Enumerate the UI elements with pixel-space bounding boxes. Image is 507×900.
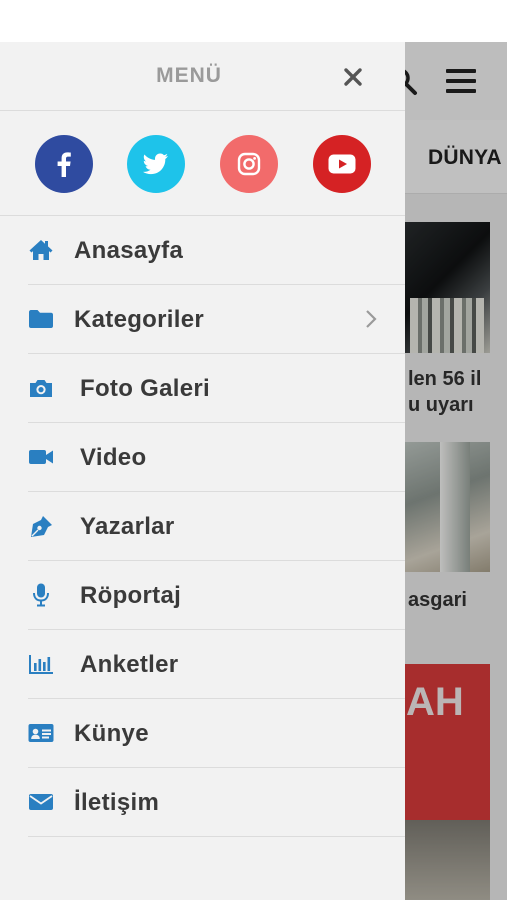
- facebook-button[interactable]: [35, 135, 93, 193]
- menu-item-label: Video: [80, 444, 147, 471]
- folder-icon: [29, 310, 53, 328]
- menu-item-label: Röportaj: [80, 582, 182, 609]
- id-card-icon: [28, 724, 54, 742]
- youtube-icon: [328, 154, 356, 174]
- instagram-icon: [237, 152, 261, 176]
- instagram-button[interactable]: [220, 135, 278, 193]
- envelope-icon: [29, 794, 53, 810]
- microphone-icon: [33, 583, 49, 607]
- menu-item-video[interactable]: Video: [0, 423, 405, 492]
- close-icon[interactable]: [340, 64, 366, 90]
- menu-item-foto-galeri[interactable]: Foto Galeri: [0, 354, 405, 423]
- pen-icon: [31, 516, 52, 537]
- side-menu-drawer: MENÜ Anasayfa Kategoriler Foto Galeri Vi…: [0, 42, 405, 900]
- video-icon: [29, 450, 53, 464]
- menu-item-label: Foto Galeri: [80, 375, 210, 402]
- menu-item-anketler[interactable]: Anketler: [0, 630, 405, 699]
- menu-item-roportaj[interactable]: Röportaj: [0, 561, 405, 630]
- twitter-button[interactable]: [127, 135, 185, 193]
- chevron-right-icon: [366, 310, 377, 328]
- menu-item-label: Kategoriler: [74, 306, 205, 333]
- menu-item-yazarlar[interactable]: Yazarlar: [0, 492, 405, 561]
- poll-chart-icon: [29, 655, 53, 674]
- menu-item-iletisim[interactable]: İletişim: [0, 768, 405, 837]
- status-bar: [0, 0, 507, 42]
- menu-item-label: Yazarlar: [80, 513, 175, 540]
- drawer-header: MENÜ: [0, 42, 405, 111]
- menu-item-kunye[interactable]: Künye: [0, 699, 405, 768]
- menu-list: Anasayfa Kategoriler Foto Galeri Video Y…: [0, 216, 405, 837]
- menu-item-label: İletişim: [74, 789, 160, 816]
- facebook-icon: [57, 152, 71, 177]
- youtube-button[interactable]: [313, 135, 371, 193]
- menu-item-label: Anasayfa: [74, 237, 184, 264]
- menu-title: MENÜ: [156, 64, 222, 87]
- home-icon: [29, 240, 53, 260]
- camera-icon: [30, 380, 52, 397]
- menu-item-kategoriler[interactable]: Kategoriler: [0, 285, 405, 354]
- twitter-icon: [143, 153, 168, 175]
- menu-item-anasayfa[interactable]: Anasayfa: [0, 216, 405, 285]
- menu-item-label: Künye: [74, 720, 149, 747]
- social-links: [0, 111, 405, 216]
- menu-item-label: Anketler: [80, 651, 179, 678]
